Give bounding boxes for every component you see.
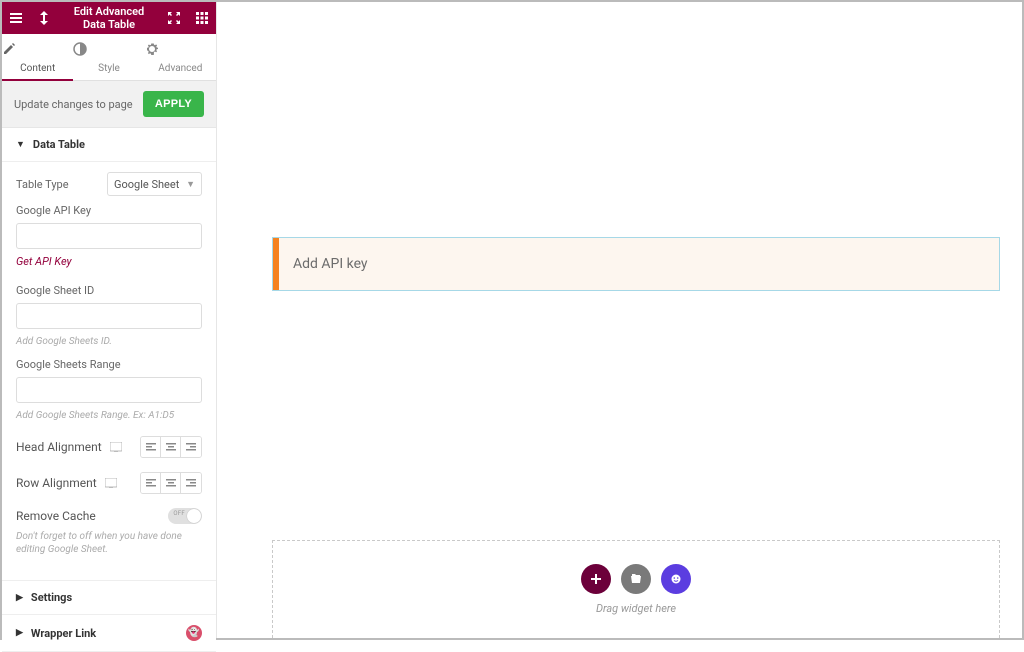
label-api-key: Google API Key bbox=[16, 204, 202, 217]
label-row-alignment: Row Alignment bbox=[16, 476, 97, 490]
section-title: Data Table bbox=[33, 138, 85, 151]
align-center-button[interactable] bbox=[161, 437, 181, 457]
widget-dropzone[interactable]: Drag widget here bbox=[272, 540, 1000, 638]
editor-tabs: Content Style Advanced bbox=[2, 34, 216, 81]
caret-down-icon: ▼ bbox=[16, 139, 25, 150]
responsive-icon[interactable] bbox=[110, 442, 122, 452]
tab-label: Advanced bbox=[158, 63, 202, 74]
align-right-button[interactable] bbox=[181, 473, 201, 493]
apply-button[interactable]: APPLY bbox=[143, 91, 204, 117]
align-center-button[interactable] bbox=[161, 473, 181, 493]
section-title: Settings bbox=[31, 591, 72, 604]
section-data-table-body: Table Type Google Sheet ▼ Google API Key… bbox=[2, 162, 216, 581]
dropzone-buttons bbox=[581, 564, 691, 594]
api-key-notice: Add API key bbox=[272, 237, 1000, 291]
select-value: Google Sheet bbox=[114, 178, 179, 191]
expand-icon[interactable] bbox=[160, 2, 188, 34]
section-settings[interactable]: ▶ Settings bbox=[2, 581, 216, 615]
dropzone-text: Drag widget here bbox=[596, 602, 676, 615]
hint-remove-cache: Don't forget to off when you have done e… bbox=[16, 530, 202, 556]
panel-title: Edit Advanced Data Table bbox=[58, 3, 160, 33]
contrast-icon bbox=[73, 42, 144, 56]
editor-canvas: Add API key Drag widget here bbox=[217, 2, 1022, 638]
add-section-button[interactable] bbox=[581, 564, 611, 594]
notice-text: Add API key bbox=[279, 256, 368, 272]
structure-icon[interactable] bbox=[30, 2, 58, 34]
menu-icon[interactable] bbox=[2, 2, 30, 34]
tab-content[interactable]: Content bbox=[2, 34, 73, 80]
label-head-alignment: Head Alignment bbox=[16, 440, 102, 454]
section-data-table[interactable]: ▼ Data Table bbox=[2, 128, 216, 162]
toggle-remove-cache[interactable]: OFF bbox=[168, 508, 202, 524]
input-api-key[interactable] bbox=[16, 223, 202, 249]
hint-sheets-range: Add Google Sheets Range. Ex: A1:D5 bbox=[16, 409, 202, 422]
update-bar: Update changes to page APPLY bbox=[2, 81, 216, 128]
label-table-type: Table Type bbox=[16, 178, 69, 191]
align-left-button[interactable] bbox=[141, 473, 161, 493]
link-get-api-key[interactable]: Get API Key bbox=[16, 255, 72, 268]
select-table-type[interactable]: Google Sheet ▼ bbox=[107, 172, 202, 196]
input-sheets-range[interactable] bbox=[16, 377, 202, 403]
tab-label: Content bbox=[20, 63, 55, 74]
align-left-button[interactable] bbox=[141, 437, 161, 457]
caret-right-icon: ▶ bbox=[16, 593, 23, 603]
update-text: Update changes to page bbox=[14, 98, 133, 111]
input-sheet-id[interactable] bbox=[16, 303, 202, 329]
label-sheet-id: Google Sheet ID bbox=[16, 284, 202, 297]
pencil-icon bbox=[2, 42, 73, 56]
template-library-button[interactable] bbox=[621, 564, 651, 594]
tab-advanced[interactable]: Advanced bbox=[145, 34, 216, 80]
responsive-icon[interactable] bbox=[105, 478, 117, 488]
label-sheets-range: Google Sheets Range bbox=[16, 358, 202, 371]
align-right-button[interactable] bbox=[181, 437, 201, 457]
tab-label: Style bbox=[98, 63, 120, 74]
tab-style[interactable]: Style bbox=[73, 34, 144, 80]
section-wrapper-link[interactable]: ▶ Wrapper Link 👻 bbox=[2, 615, 216, 652]
toggle-state: OFF bbox=[173, 510, 185, 517]
panel-header: Edit Advanced Data Table bbox=[2, 2, 216, 34]
head-align-group bbox=[140, 436, 202, 458]
templately-button[interactable] bbox=[661, 564, 691, 594]
caret-right-icon: ▶ bbox=[16, 628, 23, 638]
ea-badge-icon: 👻 bbox=[186, 625, 202, 641]
label-remove-cache: Remove Cache bbox=[16, 509, 96, 523]
row-align-group bbox=[140, 472, 202, 494]
gear-icon bbox=[145, 42, 216, 56]
apps-icon[interactable] bbox=[188, 2, 216, 34]
section-title: Wrapper Link bbox=[31, 627, 96, 640]
toggle-knob bbox=[187, 509, 201, 523]
chevron-down-icon: ▼ bbox=[186, 179, 195, 190]
hint-sheet-id: Add Google Sheets ID. bbox=[16, 335, 202, 348]
